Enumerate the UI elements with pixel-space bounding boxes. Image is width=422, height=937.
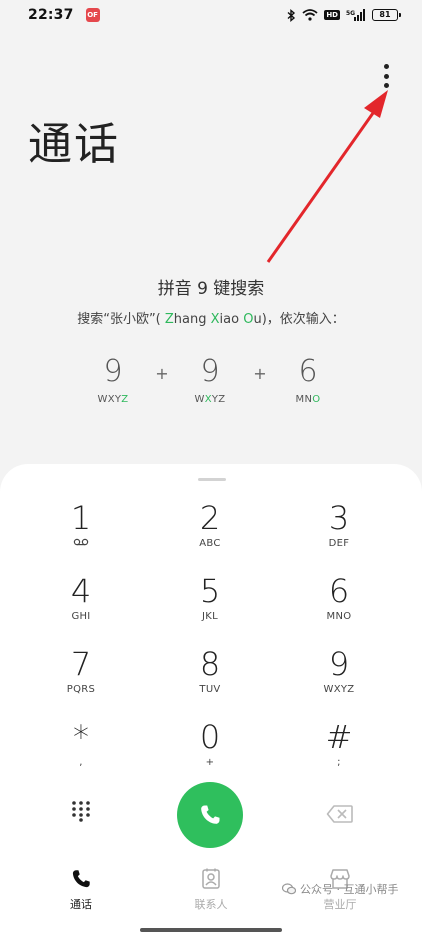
key-digit: 1 — [70, 499, 92, 537]
tab-calls[interactable]: 通话 — [46, 868, 116, 912]
example-key: 6 MNO — [278, 352, 338, 405]
notification-app-icon: OF — [85, 8, 100, 22]
battery-icon: 81 — [372, 8, 401, 22]
key-digit: 0 — [199, 718, 221, 756]
key-digit: * — [73, 718, 89, 756]
key-digit: 6 — [328, 572, 350, 610]
key-digit: 5 — [199, 572, 221, 610]
more-dot — [383, 73, 389, 79]
dial-key-9[interactable]: 9 WXYZ — [294, 646, 384, 708]
dial-key-7[interactable]: 7 PQRS — [36, 646, 126, 708]
tab-contacts[interactable]: 联系人 — [176, 868, 246, 912]
dial-key-hash[interactable]: # ; — [294, 719, 384, 781]
key-digit: 9 — [328, 645, 350, 683]
dial-key-star[interactable]: * , — [36, 719, 126, 781]
pinyin-search-title: 拼音 9 键搜索 — [157, 279, 265, 299]
example-key-letters: WXYZ — [194, 394, 226, 405]
key-digit: 2 — [199, 499, 221, 537]
dial-key-1[interactable]: 1 — [36, 500, 126, 562]
page-title: 通话 — [28, 119, 120, 170]
phone-icon — [201, 805, 220, 824]
key-digit: 3 — [328, 499, 350, 537]
more-dot — [383, 83, 389, 88]
key-letters: GHI — [71, 611, 91, 622]
hint-highlight-o: O — [243, 312, 254, 327]
signal-label: 5G — [346, 10, 355, 17]
key-digit: # — [325, 718, 353, 756]
backspace-button[interactable] — [326, 804, 354, 824]
example-key-digit: 9 — [103, 354, 123, 389]
voicemail-icon — [36, 538, 126, 550]
dial-key-0[interactable]: 0 + — [165, 719, 255, 781]
key-letters: TUV — [199, 684, 221, 695]
more-vertical-icon — [383, 64, 389, 69]
dialpad-toggle-button[interactable] — [70, 800, 92, 822]
wechat-icon — [282, 883, 296, 895]
status-time: 22:37 — [28, 7, 74, 23]
key-letters: PQRS — [66, 684, 96, 695]
key-letters: WXYZ — [323, 684, 355, 695]
key-digit: 7 — [70, 645, 92, 683]
pinyin-search-description: 搜索“张小欧”( Zhang Xiao Ou)，依次输入： — [0, 308, 422, 327]
hd-badge: HD — [324, 10, 340, 20]
contacts-icon — [176, 868, 246, 894]
hint-desc-prefix: 搜索“张小欧”( — [77, 312, 165, 327]
dialpad-panel: 1 2 ABC 3 DEF 4 GHI 5 JKL 6 MNO 7 PQRS 8… — [0, 464, 422, 937]
status-icons: HD 5G 81 — [287, 8, 401, 22]
tab-label: 通话 — [70, 898, 92, 911]
dial-key-3[interactable]: 3 DEF — [294, 500, 384, 562]
signal-icon: 5G — [346, 8, 366, 22]
dial-key-2[interactable]: 2 ABC — [165, 500, 255, 562]
watermark: 公众号 · 互通小帮手 — [282, 881, 399, 897]
example-key: 9 WXYZ — [180, 352, 240, 405]
example-key-letters: WXYZ — [97, 394, 129, 405]
example-plus: + — [155, 364, 169, 383]
hint-text-iao: iao — [219, 312, 244, 327]
tab-label: 营业厅 — [323, 898, 357, 911]
example-key: 9 WXYZ — [83, 352, 143, 405]
more-options-button[interactable] — [374, 62, 398, 90]
hint-text-u: u — [253, 312, 262, 327]
key-letters: MNO — [326, 611, 352, 622]
grid-icon — [72, 801, 90, 822]
home-indicator[interactable] — [140, 928, 282, 932]
key-letters: JKL — [202, 611, 218, 622]
hint-desc-suffix: )，依次输入： — [261, 312, 345, 327]
key-letters: ; — [337, 757, 341, 768]
hint-highlight-z: Z — [164, 312, 174, 327]
dial-key-5[interactable]: 5 JKL — [165, 573, 255, 635]
call-button[interactable] — [177, 782, 243, 848]
battery-level: 81 — [372, 9, 401, 21]
key-letters: , — [79, 757, 83, 768]
watermark-text: 公众号 · 互通小帮手 — [300, 883, 399, 896]
dial-key-8[interactable]: 8 TUV — [165, 646, 255, 708]
example-key-letters: MNO — [295, 394, 321, 405]
key-letters: + — [205, 757, 215, 768]
hint-highlight-x: X — [210, 312, 220, 327]
phone-icon — [46, 868, 116, 894]
example-key-digit: 6 — [298, 354, 318, 389]
dial-key-6[interactable]: 6 MNO — [294, 573, 384, 635]
key-letters: DEF — [328, 538, 350, 549]
key-digit: 8 — [199, 645, 221, 683]
status-bar: 22:37 OF HD 5G 81 — [0, 0, 422, 30]
drag-handle[interactable] — [198, 478, 226, 481]
tab-label: 联系人 — [194, 898, 228, 911]
hint-text-hang: hang — [173, 312, 211, 327]
bluetooth-icon — [287, 8, 296, 22]
key-letters: ABC — [199, 538, 221, 549]
key-digit: 4 — [70, 572, 92, 610]
wifi-icon — [302, 8, 318, 22]
example-key-digit: 9 — [200, 354, 220, 389]
dial-key-4[interactable]: 4 GHI — [36, 573, 126, 635]
example-plus: + — [253, 364, 267, 383]
backspace-icon — [326, 805, 353, 823]
